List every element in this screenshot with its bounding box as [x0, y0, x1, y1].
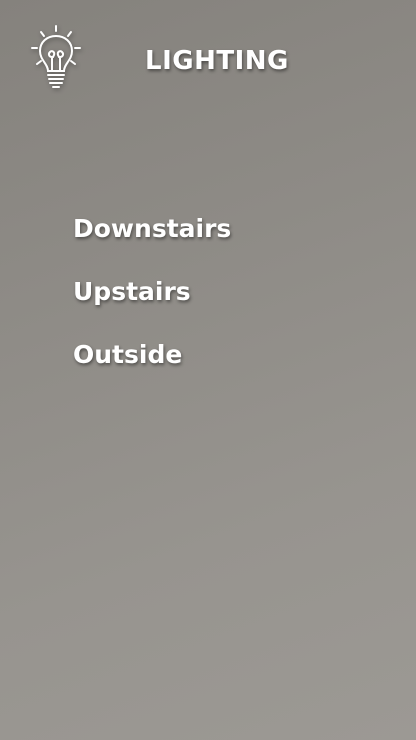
menu-item-outside[interactable]: Outside [73, 338, 231, 372]
menu-item-upstairs[interactable]: Upstairs [73, 275, 231, 309]
lightbulb-icon [28, 24, 84, 92]
header: LIGHTING [0, 0, 416, 100]
page-title: LIGHTING [145, 46, 289, 76]
menu-item-downstairs[interactable]: Downstairs [73, 212, 231, 246]
lighting-zone-menu: Downstairs Upstairs Outside [73, 212, 231, 401]
lighting-screen: LIGHTING Downstairs Upstairs Outside [0, 0, 416, 740]
